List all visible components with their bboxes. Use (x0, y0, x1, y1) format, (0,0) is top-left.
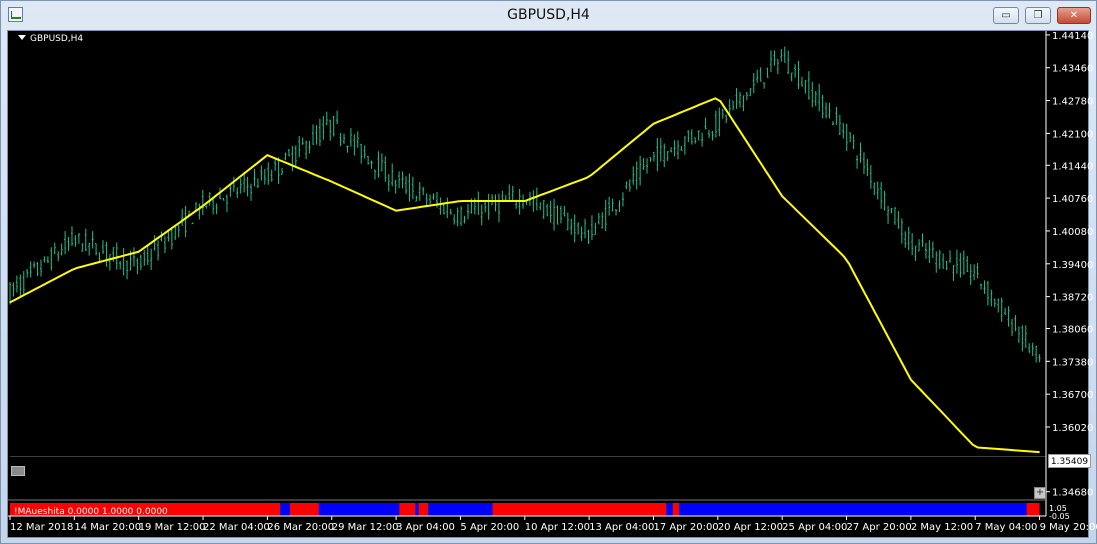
expand-plus-icon[interactable]: + (1034, 487, 1046, 499)
x-tick-label: 3 Apr 04:00 (396, 522, 455, 533)
y-tick-label: 1.42100 (1052, 129, 1093, 140)
x-tick-label: 14 Mar 20:00 (74, 522, 141, 533)
y-tick-label: 1.37380 (1052, 357, 1093, 368)
x-tick-label: 5 Apr 20:00 (460, 522, 519, 533)
y-tick-label: 1.38720 (1052, 293, 1093, 304)
indicator-segment (280, 503, 290, 516)
y-tick-label: 1.34680 (1052, 488, 1093, 499)
price-chart[interactable]: 1.44140 1.43460 1.42780 1.42100 1.41440 1.407… (0, 0, 1097, 544)
x-tick-label: 12 Mar 2018 (10, 522, 73, 533)
moving-average-line (9, 97, 1040, 454)
y-tick-label: 1.39400 (1052, 260, 1093, 271)
x-tick-label: 17 Apr 20:00 (653, 522, 718, 533)
indicator-segment (492, 503, 667, 516)
x-tick-label: 26 Mar 20:00 (267, 522, 334, 533)
y-tick-label: 1.38060 (1052, 325, 1093, 336)
indicator-segment (679, 503, 1027, 516)
x-tick-label: 20 Apr 12:00 (718, 522, 783, 533)
indicator-segment (672, 503, 680, 516)
current-price-tag: 1.35409 (1048, 454, 1091, 468)
y-tick-label: 1.43460 (1052, 64, 1093, 75)
indicator-segment (399, 503, 416, 516)
y-tick-label: 1.36020 (1052, 423, 1093, 434)
indicator-segment (415, 503, 419, 516)
x-tick-label: 22 Mar 04:00 (203, 522, 270, 533)
indicator-segment (418, 503, 429, 516)
indicator-label: !MAueshita 0.0000 1.0000 0.0000 (14, 507, 168, 517)
x-tick-label: 9 May 20:00 (1040, 522, 1097, 533)
y-tick-label: 1.40760 (1052, 194, 1093, 205)
x-tick-label: 19 Mar 12:00 (139, 522, 206, 533)
y-tick-label: 1.36700 (1052, 390, 1093, 401)
indicator-segment (318, 503, 400, 516)
y-tick-label: 1.41440 (1052, 161, 1093, 172)
indicator-scale-bottom: -0.05 (1049, 512, 1070, 521)
y-tick-label: 1.42780 (1052, 97, 1093, 108)
indicator-segment (666, 503, 673, 516)
x-tick-label: 29 Mar 12:00 (332, 522, 399, 533)
chart-shift-handle[interactable] (11, 466, 25, 476)
x-tick-label: 2 May 12:00 (911, 522, 973, 533)
dropdown-triangle-icon[interactable] (18, 35, 26, 40)
y-tick-label: 1.44140 (1052, 31, 1093, 42)
indicator-segment (428, 503, 493, 516)
x-tick-label: 13 Apr 04:00 (589, 522, 654, 533)
y-tick-label: 1.40080 (1052, 227, 1093, 238)
symbol-label[interactable]: GBPUSD,H4 (18, 34, 83, 44)
x-tick-label: 25 Apr 04:00 (782, 522, 847, 533)
indicator-scale: 1.05 -0.05 (1049, 505, 1070, 521)
x-tick-label: 10 Apr 12:00 (525, 522, 590, 533)
indicator-segment (289, 503, 319, 516)
x-tick-label: 27 Apr 20:00 (847, 522, 912, 533)
x-tick-label: 7 May 04:00 (975, 522, 1037, 533)
indicator-segment (1026, 503, 1040, 516)
